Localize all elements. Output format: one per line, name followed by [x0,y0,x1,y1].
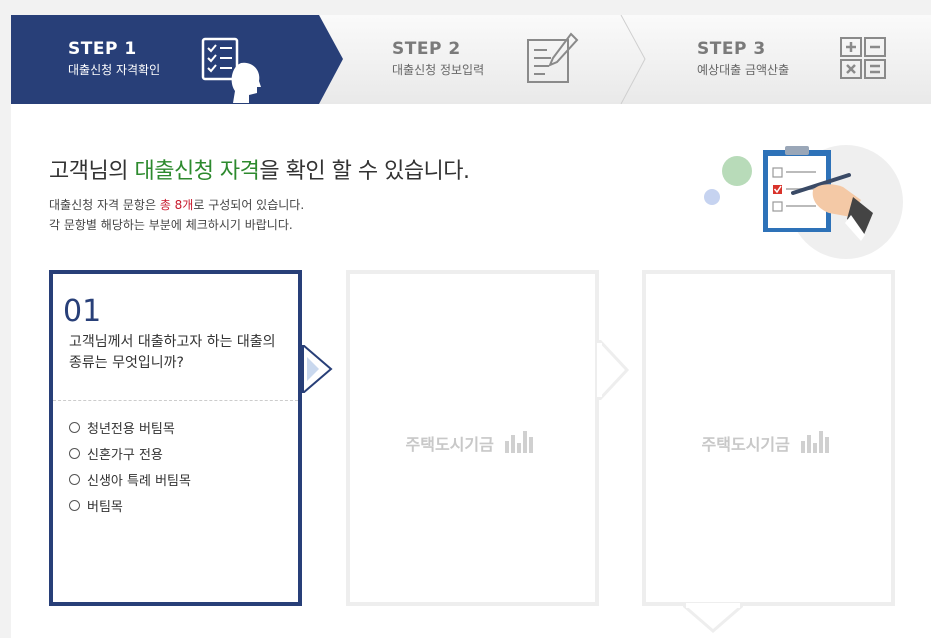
step-progress-bar: STEP 1 대출신청 자격확인 STEP 2 대출신청 정보입력 STEP 3… [11,15,931,104]
option-label: 신생아 특례 버팀목 [87,473,191,489]
step-2-number: STEP 2 [392,39,461,59]
watermark-text: 주택도시기금 [701,435,790,454]
watermark-text: 주택도시기금 [405,435,494,454]
option-label: 신혼가구 전용 [87,447,163,463]
option-beotimmok[interactable]: 버팀목 [69,492,191,518]
option-label: 청년전용 버팀목 [87,421,175,437]
radio-icon[interactable] [69,421,80,433]
option-newborn-special[interactable]: 신생아 특례 버팀목 [69,466,191,492]
title-part-1: 고객님의 [49,159,135,184]
title-highlight: 대출신청 자격 [134,159,260,184]
building-logo-icon [505,431,534,453]
title-part-2: 을 확인 할 수 있습니다. [259,159,470,184]
card-3-down-pointer [683,603,743,633]
option-youth-beotimmok[interactable]: 청년전용 버팀목 [69,414,191,440]
radio-icon[interactable] [69,447,80,459]
question-card-placeholder-2: 주택도시기금 [642,270,895,606]
hug-watermark-2: 주택도시기금 [646,429,891,457]
radio-icon[interactable] [69,499,80,511]
form-edit-icon [527,32,579,83]
step-2-label: 대출신청 정보입력 [392,63,485,77]
step-2: STEP 2 대출신청 정보입력 [392,39,484,78]
answer-options: 청년전용 버팀목 신혼가구 전용 신생아 특례 버팀목 버팀목 [69,414,191,518]
desc-line1-b: 로 구성되어 있습니다. [193,198,305,212]
question-card-active: 01 고객님께서 대출하고자 하는 대출의 종류는 무엇입니까? 청년전용 버팀… [49,270,302,606]
calculator-icon [840,37,886,79]
page-title: 고객님의 대출신청 자격을 확인 할 수 있습니다. [49,153,470,185]
desc-line2: 각 문항별 해당하는 부분에 체크하시기 바랍니다. [49,218,293,232]
active-card-pointer [302,345,333,393]
card-2-pointer [597,340,630,400]
desc-line1-a: 대출신청 자격 문항은 [49,198,160,212]
step-1-label: 대출신청 자격확인 [68,63,161,77]
step-3: STEP 3 예상대출 금액산출 [697,39,789,78]
option-newlywed[interactable]: 신혼가구 전용 [69,440,191,466]
option-label: 버팀목 [87,499,123,515]
checklist-person-icon [201,37,261,103]
desc-question-count: 총 8개 [159,198,194,212]
building-logo-icon [801,431,830,453]
loan-eligibility-panel: STEP 1 대출신청 자격확인 STEP 2 대출신청 정보입력 STEP 3… [11,15,931,638]
step-1-number: STEP 1 [68,39,137,59]
radio-icon[interactable] [69,473,80,485]
question-text: 고객님께서 대출하고자 하는 대출의 종류는 무엇입니까? [69,334,276,371]
hug-watermark-1: 주택도시기금 [350,429,595,457]
question-number: 01 [63,294,102,329]
question-card-placeholder-1: 주택도시기금 [346,270,599,606]
step-3-number: STEP 3 [697,39,766,59]
dashed-divider [53,400,298,401]
clipboard-illustration [704,145,903,259]
step-3-label: 예상대출 금액산출 [697,63,790,77]
page-description: 대출신청 자격 문항은 총 8개로 구성되어 있습니다. 각 문항별 해당하는 … [49,195,304,235]
step-1: STEP 1 대출신청 자격확인 [68,39,160,78]
